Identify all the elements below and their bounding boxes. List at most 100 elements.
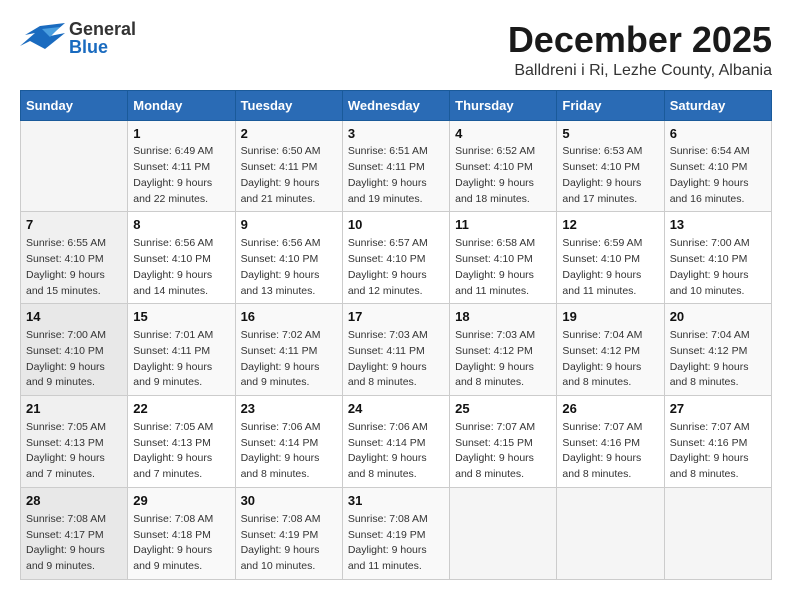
- header-day-sunday: Sunday: [21, 90, 128, 120]
- day-number: 21: [26, 400, 122, 419]
- calendar-cell: 12Sunrise: 6:59 AMSunset: 4:10 PMDayligh…: [557, 212, 664, 304]
- day-info: Sunrise: 7:08 AMSunset: 4:19 PMDaylight:…: [241, 512, 337, 575]
- day-info: Sunrise: 6:51 AMSunset: 4:11 PMDaylight:…: [348, 144, 444, 207]
- day-info: Sunrise: 7:04 AMSunset: 4:12 PMDaylight:…: [562, 328, 658, 391]
- calendar-cell: 31Sunrise: 7:08 AMSunset: 4:19 PMDayligh…: [342, 487, 449, 579]
- day-info: Sunrise: 6:59 AMSunset: 4:10 PMDaylight:…: [562, 236, 658, 299]
- day-number: 4: [455, 125, 551, 144]
- header-day-thursday: Thursday: [450, 90, 557, 120]
- calendar-cell: [557, 487, 664, 579]
- day-number: 14: [26, 308, 122, 327]
- day-number: 20: [670, 308, 766, 327]
- day-info: Sunrise: 7:03 AMSunset: 4:11 PMDaylight:…: [348, 328, 444, 391]
- calendar-cell: 10Sunrise: 6:57 AMSunset: 4:10 PMDayligh…: [342, 212, 449, 304]
- day-info: Sunrise: 7:02 AMSunset: 4:11 PMDaylight:…: [241, 328, 337, 391]
- day-number: 18: [455, 308, 551, 327]
- header: General Blue December 2025 Balldreni i R…: [20, 20, 772, 80]
- calendar-cell: 2Sunrise: 6:50 AMSunset: 4:11 PMDaylight…: [235, 120, 342, 212]
- calendar-cell: 18Sunrise: 7:03 AMSunset: 4:12 PMDayligh…: [450, 304, 557, 396]
- logo-blue-text: Blue: [69, 38, 136, 56]
- day-info: Sunrise: 7:00 AMSunset: 4:10 PMDaylight:…: [670, 236, 766, 299]
- header-day-saturday: Saturday: [664, 90, 771, 120]
- calendar-cell: 30Sunrise: 7:08 AMSunset: 4:19 PMDayligh…: [235, 487, 342, 579]
- calendar-cell: 29Sunrise: 7:08 AMSunset: 4:18 PMDayligh…: [128, 487, 235, 579]
- calendar-cell: [664, 487, 771, 579]
- calendar-cell: 19Sunrise: 7:04 AMSunset: 4:12 PMDayligh…: [557, 304, 664, 396]
- day-number: 29: [133, 492, 229, 511]
- day-info: Sunrise: 7:04 AMSunset: 4:12 PMDaylight:…: [670, 328, 766, 391]
- day-info: Sunrise: 7:00 AMSunset: 4:10 PMDaylight:…: [26, 328, 122, 391]
- calendar-cell: 24Sunrise: 7:06 AMSunset: 4:14 PMDayligh…: [342, 396, 449, 488]
- logo-general-text: General: [69, 20, 136, 38]
- day-info: Sunrise: 6:54 AMSunset: 4:10 PMDaylight:…: [670, 144, 766, 207]
- header-day-monday: Monday: [128, 90, 235, 120]
- day-number: 13: [670, 216, 766, 235]
- calendar-cell: 15Sunrise: 7:01 AMSunset: 4:11 PMDayligh…: [128, 304, 235, 396]
- logo: General Blue: [20, 20, 136, 56]
- day-number: 2: [241, 125, 337, 144]
- day-info: Sunrise: 6:55 AMSunset: 4:10 PMDaylight:…: [26, 236, 122, 299]
- day-info: Sunrise: 6:58 AMSunset: 4:10 PMDaylight:…: [455, 236, 551, 299]
- day-info: Sunrise: 7:05 AMSunset: 4:13 PMDaylight:…: [133, 420, 229, 483]
- day-number: 3: [348, 125, 444, 144]
- day-number: 11: [455, 216, 551, 235]
- calendar-cell: 25Sunrise: 7:07 AMSunset: 4:15 PMDayligh…: [450, 396, 557, 488]
- header-day-tuesday: Tuesday: [235, 90, 342, 120]
- day-number: 15: [133, 308, 229, 327]
- calendar-cell: 3Sunrise: 6:51 AMSunset: 4:11 PMDaylight…: [342, 120, 449, 212]
- calendar-week-5: 28Sunrise: 7:08 AMSunset: 4:17 PMDayligh…: [21, 487, 772, 579]
- title-area: December 2025 Balldreni i Ri, Lezhe Coun…: [508, 20, 772, 80]
- day-info: Sunrise: 7:08 AMSunset: 4:19 PMDaylight:…: [348, 512, 444, 575]
- calendar-cell: 22Sunrise: 7:05 AMSunset: 4:13 PMDayligh…: [128, 396, 235, 488]
- calendar-cell: 6Sunrise: 6:54 AMSunset: 4:10 PMDaylight…: [664, 120, 771, 212]
- calendar-cell: 4Sunrise: 6:52 AMSunset: 4:10 PMDaylight…: [450, 120, 557, 212]
- calendar-cell: [450, 487, 557, 579]
- day-number: 24: [348, 400, 444, 419]
- day-number: 6: [670, 125, 766, 144]
- calendar-cell: 26Sunrise: 7:07 AMSunset: 4:16 PMDayligh…: [557, 396, 664, 488]
- day-number: 9: [241, 216, 337, 235]
- calendar-cell: 17Sunrise: 7:03 AMSunset: 4:11 PMDayligh…: [342, 304, 449, 396]
- calendar-cell: 21Sunrise: 7:05 AMSunset: 4:13 PMDayligh…: [21, 396, 128, 488]
- day-number: 1: [133, 125, 229, 144]
- day-info: Sunrise: 6:56 AMSunset: 4:10 PMDaylight:…: [133, 236, 229, 299]
- day-number: 17: [348, 308, 444, 327]
- calendar-table: SundayMondayTuesdayWednesdayThursdayFrid…: [20, 90, 772, 580]
- day-number: 25: [455, 400, 551, 419]
- day-info: Sunrise: 7:01 AMSunset: 4:11 PMDaylight:…: [133, 328, 229, 391]
- logo-text: General Blue: [69, 20, 136, 56]
- day-info: Sunrise: 6:53 AMSunset: 4:10 PMDaylight:…: [562, 144, 658, 207]
- calendar-cell: 27Sunrise: 7:07 AMSunset: 4:16 PMDayligh…: [664, 396, 771, 488]
- day-number: 16: [241, 308, 337, 327]
- calendar-cell: 23Sunrise: 7:06 AMSunset: 4:14 PMDayligh…: [235, 396, 342, 488]
- day-info: Sunrise: 6:57 AMSunset: 4:10 PMDaylight:…: [348, 236, 444, 299]
- day-info: Sunrise: 7:07 AMSunset: 4:16 PMDaylight:…: [562, 420, 658, 483]
- header-day-wednesday: Wednesday: [342, 90, 449, 120]
- day-info: Sunrise: 6:49 AMSunset: 4:11 PMDaylight:…: [133, 144, 229, 207]
- day-number: 8: [133, 216, 229, 235]
- calendar-cell: 20Sunrise: 7:04 AMSunset: 4:12 PMDayligh…: [664, 304, 771, 396]
- day-number: 19: [562, 308, 658, 327]
- day-info: Sunrise: 7:07 AMSunset: 4:15 PMDaylight:…: [455, 420, 551, 483]
- day-number: 31: [348, 492, 444, 511]
- day-number: 10: [348, 216, 444, 235]
- month-title: December 2025: [508, 20, 772, 60]
- calendar-cell: 9Sunrise: 6:56 AMSunset: 4:10 PMDaylight…: [235, 212, 342, 304]
- calendar-cell: 11Sunrise: 6:58 AMSunset: 4:10 PMDayligh…: [450, 212, 557, 304]
- day-info: Sunrise: 6:56 AMSunset: 4:10 PMDaylight:…: [241, 236, 337, 299]
- calendar-week-4: 21 Sunrise: 7:05 AMSunset: 4:13 PMDayligh…: [21, 396, 772, 488]
- day-info: Sunrise: 7:08 AMSunset: 4:18 PMDaylight:…: [133, 512, 229, 575]
- calendar-cell: 28Sunrise: 7:08 AMSunset: 4:17 PMDayligh…: [21, 487, 128, 579]
- calendar-week-1: 1Sunrise: 6:49 AMSunset: 4:11 PMDaylight…: [21, 120, 772, 212]
- logo-icon: [20, 21, 65, 56]
- location-title: Balldreni i Ri, Lezhe County, Albania: [508, 62, 772, 80]
- day-info: Sunrise: 7:07 AMSunset: 4:16 PMDaylight:…: [670, 420, 766, 483]
- calendar-week-3: 14Sunrise: 7:00 AMSunset: 4:10 PMDayligh…: [21, 304, 772, 396]
- day-number: 23: [241, 400, 337, 419]
- day-info: Sunrise: 7:08 AMSunset: 4:17 PMDaylight:…: [26, 512, 122, 575]
- day-number: 28: [26, 492, 122, 511]
- day-number: 26: [562, 400, 658, 419]
- calendar-header-row: SundayMondayTuesdayWednesdayThursdayFrid…: [21, 90, 772, 120]
- day-info: Sunrise: 7:06 AMSunset: 4:14 PMDaylight:…: [241, 420, 337, 483]
- day-number: 7: [26, 216, 122, 235]
